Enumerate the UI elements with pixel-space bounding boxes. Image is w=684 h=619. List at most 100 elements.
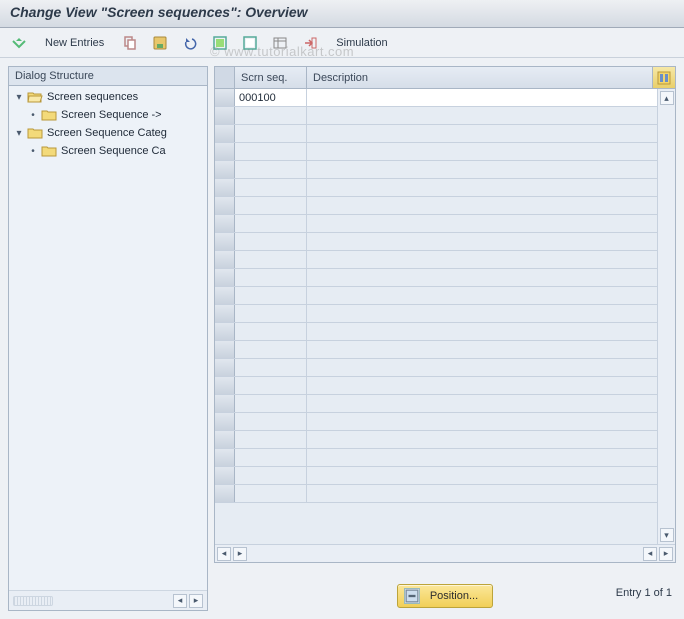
table-settings-icon[interactable] <box>267 32 293 54</box>
row-selector[interactable] <box>215 197 235 214</box>
save-icon[interactable] <box>147 32 173 54</box>
row-selector[interactable] <box>215 161 235 178</box>
table-row[interactable] <box>215 341 675 359</box>
row-selector[interactable] <box>215 125 235 142</box>
cell-description[interactable] <box>307 251 675 268</box>
horizontal-scrollbar[interactable]: ◂ ▸ ◂ ▸ <box>215 544 675 562</box>
tree-resize-grip[interactable] <box>13 596 53 606</box>
row-selector[interactable] <box>215 179 235 196</box>
cell-description[interactable] <box>307 89 675 106</box>
cell-scrnseq[interactable] <box>235 341 307 358</box>
table-row[interactable] <box>215 485 675 503</box>
cell-description[interactable] <box>307 485 675 502</box>
row-selector[interactable] <box>215 287 235 304</box>
table-row[interactable] <box>215 377 675 395</box>
cell-scrnseq[interactable] <box>235 215 307 232</box>
cell-scrnseq[interactable] <box>235 485 307 502</box>
cell-scrnseq[interactable] <box>235 323 307 340</box>
cell-description[interactable] <box>307 323 675 340</box>
cell-description[interactable] <box>307 269 675 286</box>
row-selector[interactable] <box>215 341 235 358</box>
table-row[interactable] <box>215 449 675 467</box>
table-row[interactable] <box>215 359 675 377</box>
cell-scrnseq[interactable] <box>235 233 307 250</box>
table-row[interactable] <box>215 287 675 305</box>
row-selector[interactable] <box>215 377 235 394</box>
cell-description[interactable] <box>307 431 675 448</box>
chevron-down-icon[interactable]: ▾ <box>13 92 25 103</box>
table-row[interactable] <box>215 467 675 485</box>
cell-description[interactable] <box>307 413 675 430</box>
cell-description[interactable] <box>307 179 675 196</box>
row-selector[interactable] <box>215 215 235 232</box>
cell-scrnseq[interactable] <box>235 107 307 124</box>
table-row[interactable] <box>215 197 675 215</box>
cell-scrnseq[interactable] <box>235 251 307 268</box>
table-row[interactable] <box>215 395 675 413</box>
select-all-icon[interactable] <box>207 32 233 54</box>
row-selector[interactable] <box>215 107 235 124</box>
cell-description[interactable] <box>307 287 675 304</box>
cell-scrnseq[interactable] <box>235 125 307 142</box>
cell-description[interactable] <box>307 305 675 322</box>
row-selector[interactable] <box>215 323 235 340</box>
row-selector[interactable] <box>215 449 235 466</box>
cell-description[interactable] <box>307 107 675 124</box>
cell-description[interactable] <box>307 215 675 232</box>
cell-scrnseq[interactable] <box>235 431 307 448</box>
column-header-scrnseq[interactable]: Scrn seq. <box>235 67 307 88</box>
scroll-prev-icon[interactable]: ▸ <box>233 547 247 561</box>
cell-scrnseq[interactable] <box>235 377 307 394</box>
cell-description[interactable] <box>307 359 675 376</box>
bullet-icon[interactable]: • <box>27 146 39 157</box>
export-icon[interactable] <box>297 32 323 54</box>
table-row[interactable] <box>215 143 675 161</box>
table-row[interactable] <box>215 107 675 125</box>
deselect-all-icon[interactable] <box>237 32 263 54</box>
cell-scrnseq[interactable] <box>235 197 307 214</box>
table-row[interactable] <box>215 215 675 233</box>
tree-node[interactable]: •Screen Sequence Ca <box>9 142 207 160</box>
tree-node[interactable]: ▾Screen sequences <box>9 88 207 106</box>
row-selector[interactable] <box>215 269 235 286</box>
table-row[interactable]: 000100 <box>215 89 675 107</box>
row-selector[interactable] <box>215 89 235 106</box>
table-row[interactable] <box>215 251 675 269</box>
table-row[interactable] <box>215 431 675 449</box>
tree-node[interactable]: •Screen Sequence -> <box>9 106 207 124</box>
table-config-icon[interactable] <box>653 67 675 88</box>
copy-icon[interactable] <box>117 32 143 54</box>
table-row[interactable] <box>215 269 675 287</box>
cell-description[interactable] <box>307 143 675 160</box>
row-selector[interactable] <box>215 143 235 160</box>
scroll-right-icon[interactable]: ▸ <box>189 594 203 608</box>
scroll-last-icon[interactable]: ▸ <box>659 547 673 561</box>
tree-node[interactable]: ▾Screen Sequence Categ <box>9 124 207 142</box>
column-header-description[interactable]: Description <box>307 67 653 88</box>
cell-description[interactable] <box>307 467 675 484</box>
dialog-structure-tree[interactable]: ▾Screen sequences•Screen Sequence ->▾Scr… <box>9 86 207 590</box>
chevron-down-icon[interactable]: ▾ <box>13 128 25 139</box>
cell-scrnseq[interactable] <box>235 179 307 196</box>
cell-scrnseq[interactable] <box>235 143 307 160</box>
cell-description[interactable] <box>307 449 675 466</box>
cell-scrnseq[interactable] <box>235 467 307 484</box>
simulation-button[interactable]: Simulation <box>327 32 396 54</box>
row-selector[interactable] <box>215 485 235 502</box>
table-row[interactable] <box>215 413 675 431</box>
scroll-next-icon[interactable]: ◂ <box>643 547 657 561</box>
vertical-scrollbar[interactable]: ▴ ▾ <box>657 89 675 544</box>
cell-scrnseq[interactable] <box>235 161 307 178</box>
scroll-left-icon[interactable]: ◂ <box>173 594 187 608</box>
scroll-up-icon[interactable]: ▴ <box>660 91 674 105</box>
cell-scrnseq[interactable]: 000100 <box>235 89 307 106</box>
cell-description[interactable] <box>307 395 675 412</box>
row-selector[interactable] <box>215 359 235 376</box>
scroll-first-icon[interactable]: ◂ <box>217 547 231 561</box>
cell-scrnseq[interactable] <box>235 395 307 412</box>
cell-description[interactable] <box>307 341 675 358</box>
row-selector[interactable] <box>215 251 235 268</box>
cell-description[interactable] <box>307 125 675 142</box>
row-selector[interactable] <box>215 305 235 322</box>
cell-scrnseq[interactable] <box>235 305 307 322</box>
